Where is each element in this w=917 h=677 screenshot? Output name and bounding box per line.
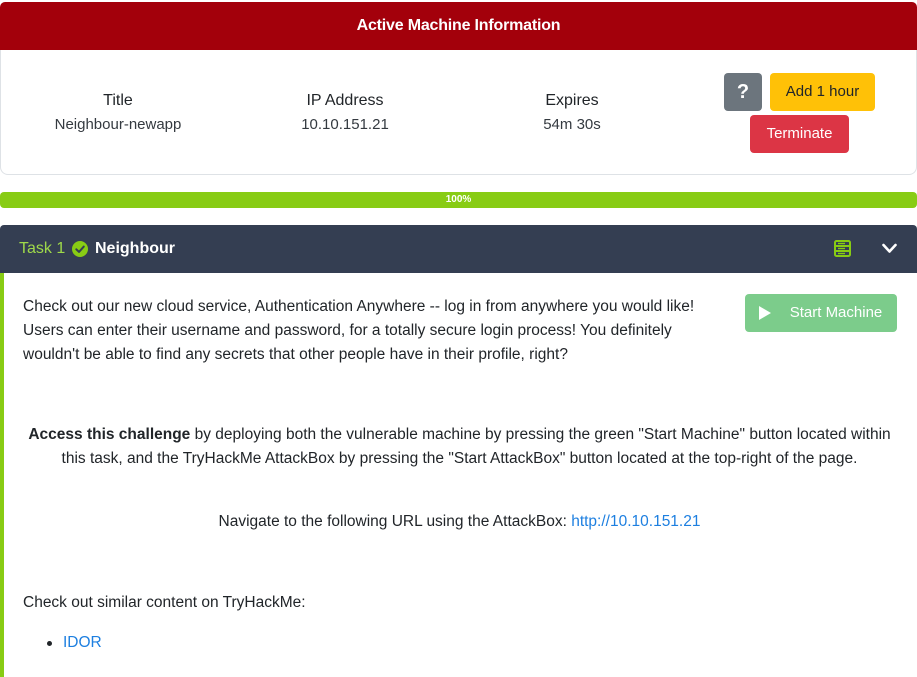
active-machine-card: Title Neighbour-newapp IP Address 10.10.… bbox=[0, 50, 917, 175]
machine-title-value: Neighbour-newapp bbox=[54, 116, 182, 133]
check-circle-icon bbox=[72, 241, 88, 257]
machine-ip-value: 10.10.151.21 bbox=[301, 116, 389, 133]
task-title: Neighbour bbox=[95, 240, 175, 257]
chevron-down-icon[interactable] bbox=[881, 241, 898, 256]
add-hour-button[interactable]: Add 1 hour bbox=[770, 73, 875, 111]
machine-expires-value: 54m 30s bbox=[543, 116, 601, 133]
task-number-label: Task 1 bbox=[19, 240, 66, 257]
start-machine-button[interactable]: Start Machine bbox=[745, 294, 897, 332]
task-progress-fill: 100% bbox=[0, 192, 917, 208]
task-intro-text: Check out our new cloud service, Authent… bbox=[23, 298, 695, 363]
task-header[interactable]: Task 1 Neighbour bbox=[0, 225, 917, 273]
list-item: IDOR bbox=[23, 631, 102, 655]
navigate-instructions: Navigate to the following URL using the … bbox=[22, 510, 897, 534]
access-strong-text: Access this challenge bbox=[28, 426, 191, 443]
access-instructions: Access this challenge by deploying both … bbox=[22, 423, 897, 471]
related-rooms-list: IDOR bbox=[23, 631, 102, 655]
machine-url-link[interactable]: http://10.10.151.21 bbox=[571, 513, 700, 530]
active-machine-heading: Active Machine Information bbox=[0, 2, 917, 50]
help-button[interactable]: ? bbox=[724, 73, 762, 111]
related-room-link-idor[interactable]: IDOR bbox=[63, 634, 102, 651]
machine-expires-field: Expires 54m 30s bbox=[472, 90, 672, 136]
server-icon[interactable] bbox=[834, 240, 851, 257]
start-machine-label: Start Machine bbox=[789, 304, 883, 321]
task-progress-bar: 100% bbox=[0, 192, 917, 208]
play-icon bbox=[759, 306, 771, 320]
navigate-text: Navigate to the following URL using the … bbox=[218, 513, 572, 530]
similar-content-text: Check out similar content on TryHackMe: bbox=[23, 594, 306, 611]
machine-ip-label: IP Address bbox=[306, 92, 384, 109]
bullet-dot bbox=[47, 641, 52, 646]
machine-ip-field: IP Address 10.10.151.21 bbox=[245, 90, 445, 136]
machine-expires-label: Expires bbox=[545, 92, 599, 109]
machine-title-field: Title Neighbour-newapp bbox=[18, 90, 218, 136]
terminate-button[interactable]: Terminate bbox=[750, 115, 849, 153]
machine-title-label: Title bbox=[103, 92, 133, 109]
